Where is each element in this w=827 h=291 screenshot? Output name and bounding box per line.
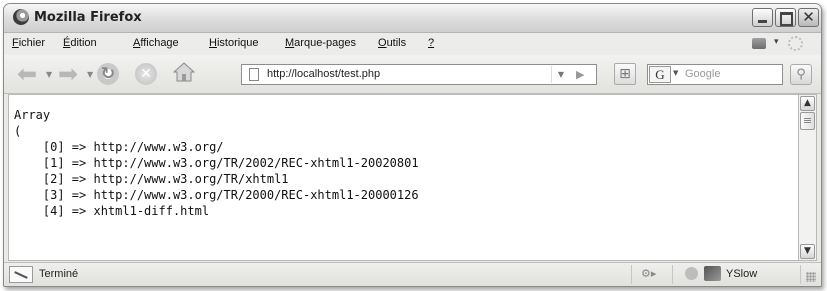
status-icon: [9, 266, 33, 283]
output-line: Array: [14, 108, 51, 122]
menu-fichier[interactable]: Fichier: [12, 37, 45, 49]
forward-arrow-icon[interactable]: ➡: [58, 62, 78, 86]
chevron-down-icon[interactable]: ▾: [774, 37, 779, 47]
stop-icon[interactable]: ✕: [135, 63, 157, 85]
search-box[interactable]: G ▼ Google: [647, 64, 783, 85]
page-icon: [249, 68, 259, 81]
search-placeholder[interactable]: Google: [685, 68, 720, 80]
yslow-icon[interactable]: [704, 266, 721, 281]
status-bar: Terminé ⚙▸ YSlow: [4, 262, 821, 286]
magnifier-icon[interactable]: ⚲: [790, 64, 812, 85]
status-divider: [672, 265, 673, 284]
title-bar: Mozilla Firefox ✕: [4, 4, 821, 33]
menu-help[interactable]: ?: [428, 37, 434, 49]
page-content: Array ( [0] => http://www.w3.org/ [1] =>…: [8, 94, 799, 261]
close-button[interactable]: ✕: [798, 8, 819, 27]
throbber-icon: [788, 36, 803, 51]
resize-grip[interactable]: [806, 272, 816, 282]
url-text[interactable]: http://localhost/test.php: [267, 68, 380, 80]
window-title: Mozilla Firefox: [34, 10, 142, 25]
scroll-down-button[interactable]: ▼: [800, 244, 815, 259]
search-engine-dropdown[interactable]: ▼: [673, 69, 678, 77]
yslow-label[interactable]: YSlow: [726, 268, 757, 280]
output-line: [3] => http://www.w3.org/TR/2000/REC-xht…: [14, 188, 419, 202]
search-engine-icon[interactable]: G: [649, 66, 671, 83]
firefox-icon: [13, 9, 29, 25]
go-icon[interactable]: ▶: [576, 68, 584, 81]
menu-edition[interactable]: Édition: [63, 37, 97, 49]
vertical-scrollbar[interactable]: ▲ ▼: [799, 94, 817, 261]
output-line: [4] => xhtml1-diff.html: [14, 204, 210, 218]
php-output: Array ( [0] => http://www.w3.org/ [1] =>…: [14, 107, 419, 219]
menu-outils[interactable]: Outils: [378, 37, 406, 49]
maximize-button[interactable]: [775, 8, 796, 27]
scroll-thumb[interactable]: [800, 112, 815, 130]
output-line: [1] => http://www.w3.org/TR/2002/REC-xht…: [14, 156, 419, 170]
navigation-toolbar: ⬅ ▼ ➡ ▼ ↻ ✕ http://localhost/test.php ▼ …: [4, 55, 821, 94]
browser-window: Mozilla Firefox ✕ Fichier Édition Affich…: [3, 3, 822, 287]
status-text: Terminé: [39, 268, 79, 280]
status-divider: [800, 265, 801, 284]
window-icon[interactable]: [752, 38, 766, 49]
scroll-up-button[interactable]: ▲: [800, 96, 815, 111]
bookmark-add-icon[interactable]: ⊞: [614, 63, 636, 85]
minimize-button[interactable]: [752, 8, 773, 27]
shield-icon[interactable]: [685, 267, 698, 280]
addon-icon[interactable]: ⚙▸: [641, 267, 656, 280]
url-dropdown-icon[interactable]: ▼: [551, 66, 570, 83]
reload-icon[interactable]: ↻: [97, 63, 119, 85]
back-arrow-icon[interactable]: ⬅: [17, 62, 37, 86]
menu-marque-pages[interactable]: Marque-pages: [285, 37, 356, 49]
home-icon[interactable]: [173, 61, 195, 83]
forward-history-dropdown[interactable]: ▼: [87, 70, 93, 79]
close-icon: ✕: [802, 8, 815, 26]
back-history-dropdown[interactable]: ▼: [46, 70, 52, 79]
menu-bar: Fichier Édition Affichage Historique Mar…: [4, 33, 821, 55]
status-divider: [631, 265, 632, 284]
output-line: (: [14, 124, 22, 138]
menu-affichage[interactable]: Affichage: [133, 37, 179, 49]
url-bar[interactable]: http://localhost/test.php ▼ ▶: [241, 64, 597, 85]
output-line: [0] => http://www.w3.org/: [14, 140, 224, 154]
menu-historique[interactable]: Historique: [209, 37, 259, 49]
output-line: [2] => http://www.w3.org/TR/xhtml1: [14, 172, 289, 186]
